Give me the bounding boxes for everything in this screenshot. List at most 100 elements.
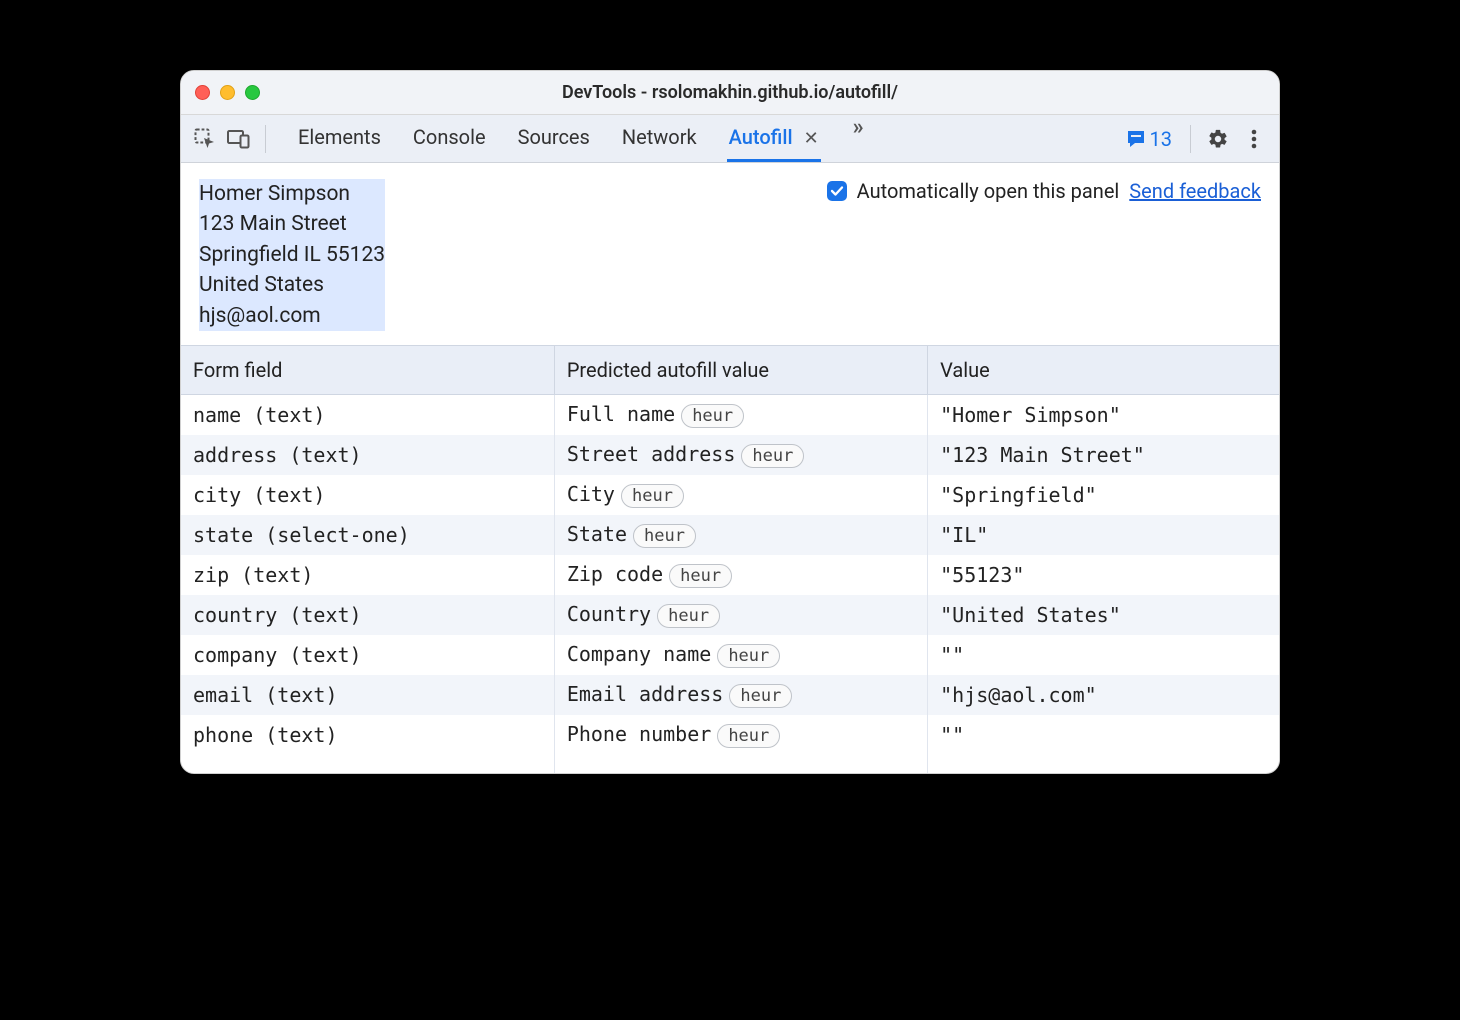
maximize-button[interactable] bbox=[245, 85, 260, 100]
cell-value: "hjs@aol.com" bbox=[928, 675, 1279, 715]
inspect-icon[interactable] bbox=[191, 125, 219, 153]
heur-badge: heur bbox=[741, 444, 804, 468]
cell-value: "" bbox=[928, 715, 1279, 755]
autofill-panel-header: Homer Simpson 123 Main Street Springfiel… bbox=[181, 163, 1279, 345]
table-row[interactable]: company (text)Company nameheur"" bbox=[181, 635, 1279, 675]
cell-predicted: Company nameheur bbox=[554, 635, 927, 675]
cell-value: "Springfield" bbox=[928, 475, 1279, 515]
predicted-label: Full name bbox=[567, 402, 675, 426]
tab-bar: Elements Console Sources Network Autofil… bbox=[296, 115, 868, 162]
issues-button[interactable]: 13 bbox=[1120, 127, 1178, 151]
cell-predicted: Email addressheur bbox=[554, 675, 927, 715]
table-empty-row bbox=[181, 755, 1279, 773]
tab-network[interactable]: Network bbox=[620, 115, 699, 162]
devtools-window: DevTools - rsolomakhin.github.io/autofil… bbox=[180, 70, 1280, 774]
check-icon bbox=[830, 184, 844, 198]
cell-predicted: Street addressheur bbox=[554, 435, 927, 475]
heur-badge: heur bbox=[681, 404, 744, 428]
heur-badge: heur bbox=[729, 684, 792, 708]
cell-form-field: zip (text) bbox=[181, 555, 554, 595]
traffic-lights bbox=[195, 85, 260, 100]
table-header-row: Form field Predicted autofill value Valu… bbox=[181, 346, 1279, 395]
kebab-icon bbox=[1251, 129, 1257, 149]
auto-open-label: Automatically open this panel bbox=[857, 179, 1120, 203]
toolbar-separator-2 bbox=[1190, 125, 1191, 153]
address-line: 123 Main Street bbox=[199, 209, 347, 239]
predicted-label: Email address bbox=[567, 682, 724, 706]
heur-badge: heur bbox=[717, 644, 780, 668]
send-feedback-link[interactable]: Send feedback bbox=[1129, 179, 1261, 203]
table-row[interactable]: country (text)Countryheur"United States" bbox=[181, 595, 1279, 635]
cell-value: "United States" bbox=[928, 595, 1279, 635]
table-row[interactable]: state (select-one)Stateheur"IL" bbox=[181, 515, 1279, 555]
predicted-label: City bbox=[567, 482, 615, 506]
predicted-label: Company name bbox=[567, 642, 712, 666]
table-row[interactable]: city (text)Cityheur"Springfield" bbox=[181, 475, 1279, 515]
toolbar-separator bbox=[265, 125, 266, 153]
predicted-label: Phone number bbox=[567, 722, 712, 746]
titlebar: DevTools - rsolomakhin.github.io/autofil… bbox=[181, 71, 1279, 115]
cell-predicted: Stateheur bbox=[554, 515, 927, 555]
window-title: DevTools - rsolomakhin.github.io/autofil… bbox=[562, 82, 898, 103]
overflow-tabs-icon[interactable]: » bbox=[849, 115, 868, 162]
cell-form-field: country (text) bbox=[181, 595, 554, 635]
table-row[interactable]: name (text)Full nameheur"Homer Simpson" bbox=[181, 395, 1279, 436]
auto-open-checkbox[interactable] bbox=[827, 181, 847, 201]
table-row[interactable]: zip (text)Zip codeheur"55123" bbox=[181, 555, 1279, 595]
cell-form-field: state (select-one) bbox=[181, 515, 554, 555]
predicted-label: State bbox=[567, 522, 627, 546]
cell-form-field: name (text) bbox=[181, 395, 554, 436]
cell-predicted: Full nameheur bbox=[554, 395, 927, 436]
column-form-field[interactable]: Form field bbox=[181, 346, 554, 395]
address-line: hjs@aol.com bbox=[199, 301, 321, 331]
autofill-table: Form field Predicted autofill value Valu… bbox=[181, 345, 1279, 773]
cell-form-field: city (text) bbox=[181, 475, 554, 515]
tab-autofill[interactable]: Autofill ✕ bbox=[727, 115, 821, 162]
cell-form-field: company (text) bbox=[181, 635, 554, 675]
settings-button[interactable] bbox=[1203, 124, 1233, 154]
cell-value: "" bbox=[928, 635, 1279, 675]
gear-icon bbox=[1207, 128, 1229, 150]
address-line: Springfield IL 55123 bbox=[199, 240, 385, 270]
panel-controls: Automatically open this panel Send feedb… bbox=[827, 179, 1261, 203]
table-row[interactable]: email (text)Email addressheur"hjs@aol.co… bbox=[181, 675, 1279, 715]
table-row[interactable]: address (text)Street addressheur"123 Mai… bbox=[181, 435, 1279, 475]
tab-elements[interactable]: Elements bbox=[296, 115, 383, 162]
cell-value: "123 Main Street" bbox=[928, 435, 1279, 475]
cell-form-field: email (text) bbox=[181, 675, 554, 715]
cell-value: "55123" bbox=[928, 555, 1279, 595]
predicted-label: Zip code bbox=[567, 562, 663, 586]
heur-badge: heur bbox=[657, 604, 720, 628]
address-line: United States bbox=[199, 270, 324, 300]
cell-predicted: Cityheur bbox=[554, 475, 927, 515]
column-predicted[interactable]: Predicted autofill value bbox=[554, 346, 927, 395]
tab-sources[interactable]: Sources bbox=[516, 115, 592, 162]
heur-badge: heur bbox=[621, 484, 684, 508]
minimize-button[interactable] bbox=[220, 85, 235, 100]
cell-predicted: Phone numberheur bbox=[554, 715, 927, 755]
address-line: Homer Simpson bbox=[199, 179, 350, 209]
cell-value: "IL" bbox=[928, 515, 1279, 555]
cell-predicted: Zip codeheur bbox=[554, 555, 927, 595]
more-menu-button[interactable] bbox=[1239, 124, 1269, 154]
chat-icon bbox=[1126, 129, 1146, 149]
cell-form-field: phone (text) bbox=[181, 715, 554, 755]
cell-value: "Homer Simpson" bbox=[928, 395, 1279, 436]
toolbar: Elements Console Sources Network Autofil… bbox=[181, 115, 1279, 163]
predicted-label: Street address bbox=[567, 442, 736, 466]
close-button[interactable] bbox=[195, 85, 210, 100]
cell-form-field: address (text) bbox=[181, 435, 554, 475]
heur-badge: heur bbox=[633, 524, 696, 548]
address-preview: Homer Simpson 123 Main Street Springfiel… bbox=[199, 179, 385, 331]
table-row[interactable]: phone (text)Phone numberheur"" bbox=[181, 715, 1279, 755]
heur-badge: heur bbox=[669, 564, 732, 588]
cell-predicted: Countryheur bbox=[554, 595, 927, 635]
device-icon[interactable] bbox=[225, 125, 253, 153]
close-tab-icon[interactable]: ✕ bbox=[804, 128, 819, 149]
tab-autofill-label: Autofill bbox=[729, 125, 793, 149]
heur-badge: heur bbox=[717, 724, 780, 748]
tab-console[interactable]: Console bbox=[411, 115, 488, 162]
predicted-label: Country bbox=[567, 602, 651, 626]
column-value[interactable]: Value bbox=[928, 346, 1279, 395]
issues-count: 13 bbox=[1150, 127, 1172, 151]
